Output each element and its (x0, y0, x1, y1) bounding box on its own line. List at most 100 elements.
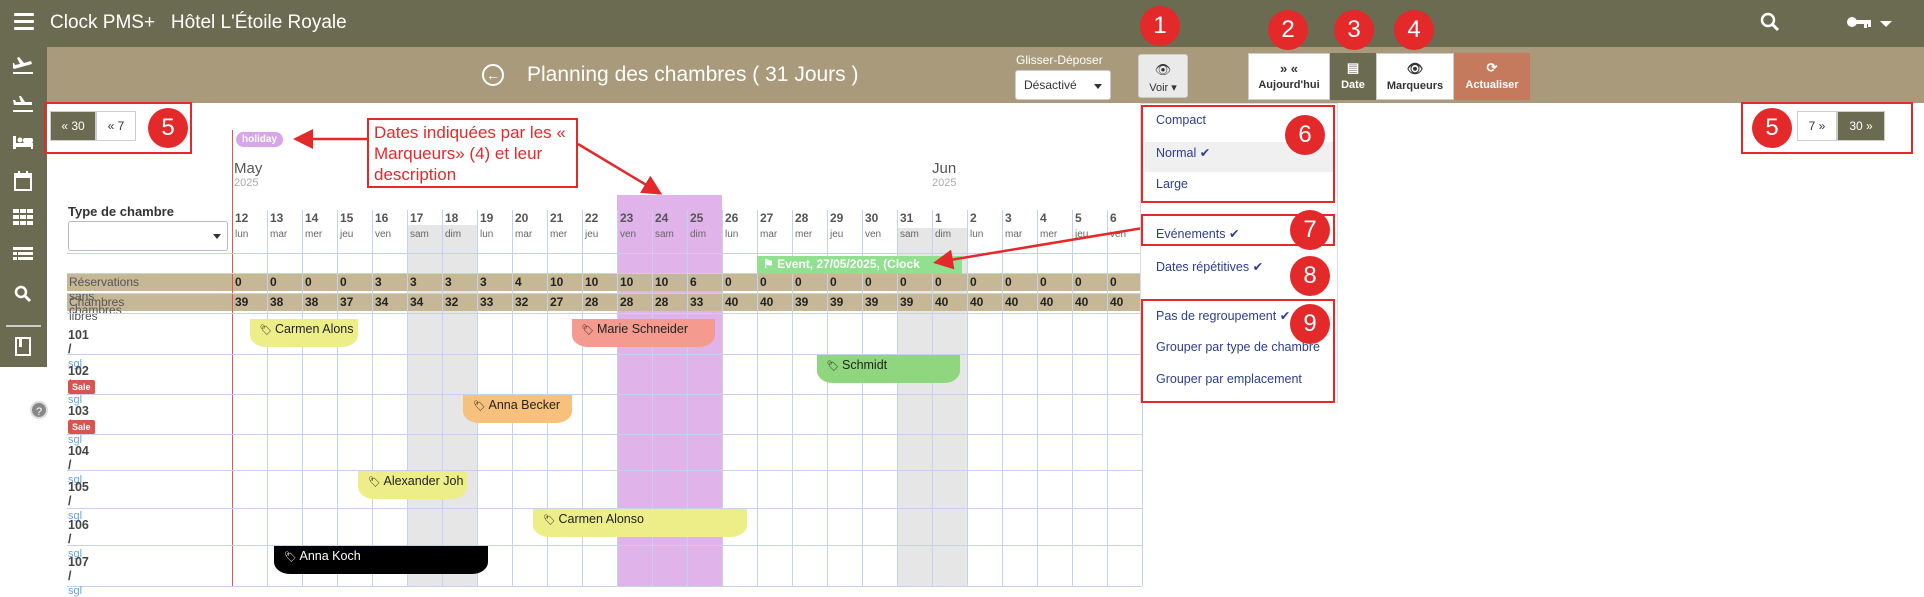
annotation-8: 8 (1290, 256, 1330, 296)
day-number: 29 (830, 211, 844, 225)
menu-icon[interactable] (14, 13, 34, 33)
day-number: 1 (935, 211, 942, 225)
day-number: 13 (270, 211, 284, 225)
drag-drop-select[interactable]: Désactivé (1015, 70, 1111, 100)
menu-group-by-type[interactable]: Grouper par type de chambre (1156, 340, 1320, 354)
back-30-button[interactable]: « 30 (50, 111, 96, 141)
menu-compact[interactable]: Compact (1156, 113, 1206, 127)
guest-name: Anna Becker (488, 398, 561, 412)
menu-large[interactable]: Large (1156, 177, 1188, 191)
menu-events[interactable]: Evénements ✔ (1156, 226, 1239, 241)
day-weekday: sam (655, 229, 674, 240)
view-button[interactable]: 👁 Voir ▾ (1138, 54, 1188, 98)
reservation-block[interactable]: 🏷 Marie Schneider (571, 319, 715, 347)
free-rooms-count: 40 (1110, 295, 1124, 309)
grid-hline (67, 273, 1142, 274)
unassigned-count: 3 (480, 275, 487, 289)
month-label-may: May (234, 160, 263, 177)
holiday-marker: holiday (236, 132, 284, 147)
reservation-block[interactable]: 🏷 Carmen Alons (249, 319, 358, 347)
unassigned-count: 0 (970, 275, 977, 289)
check-icon: ✔ (1279, 309, 1291, 323)
refresh-button[interactable]: ⟳ Actualiser (1454, 53, 1530, 100)
day-weekday: dim (690, 229, 707, 240)
key-icon[interactable] (1846, 12, 1872, 38)
markers-button[interactable]: 👁 Marqueurs (1376, 53, 1454, 100)
grid-hline (67, 470, 1142, 471)
unassigned-count: 0 (795, 275, 802, 289)
day-number: 14 (305, 211, 319, 225)
search-icon[interactable] (1760, 12, 1780, 38)
day-weekday: lun (970, 229, 984, 240)
grid-icon[interactable] (12, 209, 34, 231)
free-rooms-count: 38 (305, 295, 319, 309)
search-icon[interactable] (12, 285, 34, 307)
menu-group-by-location[interactable]: Grouper par emplacement (1156, 372, 1302, 386)
user-menu-caret-icon[interactable] (1880, 21, 1892, 27)
guest-name: Carmen Alons (274, 322, 354, 336)
reservation-block[interactable]: 🏷 Anna Becker (463, 395, 572, 423)
day-number: 5 (1075, 211, 1082, 225)
tag-icon: 🏷 (259, 325, 275, 336)
today-button[interactable]: » « Aujourd'hui (1248, 53, 1330, 100)
today-arrows-icon: » « (1279, 61, 1299, 76)
help-icon[interactable]: ? (30, 401, 48, 419)
bed-icon[interactable] (12, 133, 34, 155)
unassigned-count: 0 (935, 275, 942, 289)
room-label: 107 / sgl (68, 555, 89, 597)
annotation-6: 6 (1285, 115, 1325, 155)
annotation-7: 7 (1290, 210, 1330, 250)
free-rooms-count: 28 (655, 295, 669, 309)
free-rooms-count: 40 (1075, 295, 1089, 309)
menu-no-grouping[interactable]: Pas de regroupement ✔ (1156, 308, 1290, 323)
free-rooms-count: 28 (585, 295, 599, 309)
eye-icon: 👁 (1406, 61, 1424, 76)
grid-vline (967, 210, 968, 586)
room-type-tag[interactable]: sgl (68, 585, 82, 597)
view-button-label: Voir (1149, 82, 1169, 94)
day-number: 22 (585, 211, 599, 225)
unassigned-count: 3 (410, 275, 417, 289)
arrival-plane-icon[interactable] (12, 55, 34, 77)
day-weekday: jeu (340, 229, 354, 240)
date-button[interactable]: ▤ Date (1330, 53, 1376, 100)
menu-repeating-dates[interactable]: Dates répétitives ✔ (1156, 259, 1263, 274)
unassigned-count: 0 (725, 275, 732, 289)
day-weekday: ven (1110, 229, 1127, 240)
grid-vline (372, 210, 373, 586)
reservation-block[interactable]: 🏷 Anna Koch (274, 546, 488, 574)
grid-vline (337, 210, 338, 586)
reservation-block[interactable]: 🏷 Carmen Alonso (533, 509, 747, 537)
book-icon[interactable] (12, 337, 34, 359)
forward-30-button[interactable]: 30 » (1837, 111, 1885, 141)
title-bar: ← Planning des chambres ( 31 Jours ) (47, 47, 1924, 103)
free-rooms-count: 32 (515, 295, 529, 309)
day-number: 28 (795, 211, 809, 225)
day-weekday: mer (795, 229, 813, 240)
free-rooms-count: 40 (725, 295, 739, 309)
reservation-block[interactable]: 🏷 Schmidt (816, 355, 960, 383)
back-arrow-icon[interactable]: ← (482, 64, 504, 86)
grid-hline (67, 253, 1142, 254)
event-text: Event, 27/05/2025, (Clock (777, 257, 920, 271)
departure-plane-icon[interactable] (12, 93, 34, 115)
forward-7-button[interactable]: 7 » (1797, 111, 1837, 141)
event-banner[interactable]: ⚑ Event, 27/05/2025, (Clock (757, 256, 962, 274)
table-icon[interactable] (12, 247, 34, 269)
menu-normal[interactable]: Normal ✔ (1156, 145, 1210, 160)
day-weekday: jeu (830, 229, 844, 240)
day-weekday: dim (935, 229, 952, 240)
calendar-icon[interactable] (12, 171, 34, 193)
unassigned-count: 10 (655, 275, 669, 289)
day-number: 19 (480, 211, 494, 225)
day-number: 17 (410, 211, 424, 225)
day-number: 31 (900, 211, 914, 225)
back-7-button[interactable]: « 7 (96, 111, 136, 141)
annotation-5-left: 5 (148, 108, 188, 148)
room-type-select[interactable] (68, 221, 228, 251)
free-rooms-count: 40 (760, 295, 774, 309)
reservation-block[interactable]: 🏷 Alexander Joh (358, 471, 467, 499)
unassigned-count: 4 (515, 275, 522, 289)
today-button-label: Aujourd'hui (1258, 79, 1320, 91)
grid-hline (67, 434, 1142, 435)
